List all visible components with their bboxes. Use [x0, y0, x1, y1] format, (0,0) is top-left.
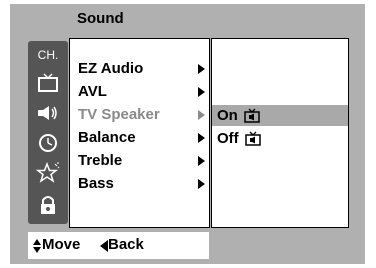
menu-item-avl[interactable]: AVL [78, 83, 107, 100]
chevron-right-icon [198, 110, 205, 120]
tv-speaker-submenu: On Off [211, 38, 349, 228]
move-hint: Move [42, 236, 81, 253]
up-down-arrow-icon [33, 239, 41, 253]
tv-icon[interactable] [28, 71, 68, 95]
sound-menu: EZ Audio AVL TV Speaker Balance Treble B… [69, 38, 210, 228]
tv-speaker-icon [244, 131, 261, 146]
speaker-icon[interactable] [28, 101, 68, 125]
ch-label: CH. [37, 48, 59, 62]
option-off[interactable]: Off [217, 130, 261, 147]
menu-item-treble[interactable]: Treble [78, 152, 122, 169]
back-hint: Back [108, 236, 144, 253]
menu-title: Sound [77, 10, 124, 27]
chevron-right-icon [198, 87, 205, 97]
chevron-right-icon [198, 179, 205, 189]
option-on-label: On [217, 107, 238, 124]
menu-item-balance[interactable]: Balance [78, 129, 136, 146]
menu-item-tv-speaker[interactable]: TV Speaker [78, 106, 160, 123]
chevron-right-icon [198, 133, 205, 143]
sidebar: CH. [28, 41, 68, 224]
footer-hints: Move Back [28, 232, 209, 259]
option-off-label: Off [217, 130, 239, 147]
option-on[interactable]: On [217, 107, 260, 124]
tv-speaker-icon [244, 108, 260, 123]
menu-item-ez-audio[interactable]: EZ Audio [78, 60, 143, 77]
channel-icon[interactable]: CH. [28, 43, 68, 67]
left-arrow-icon [100, 240, 108, 252]
menu-item-bass[interactable]: Bass [78, 175, 114, 192]
lock-icon[interactable] [28, 193, 68, 217]
star-icon[interactable] [28, 161, 68, 185]
clock-icon[interactable] [28, 131, 68, 155]
chevron-right-icon [198, 64, 205, 74]
chevron-right-icon [198, 156, 205, 166]
